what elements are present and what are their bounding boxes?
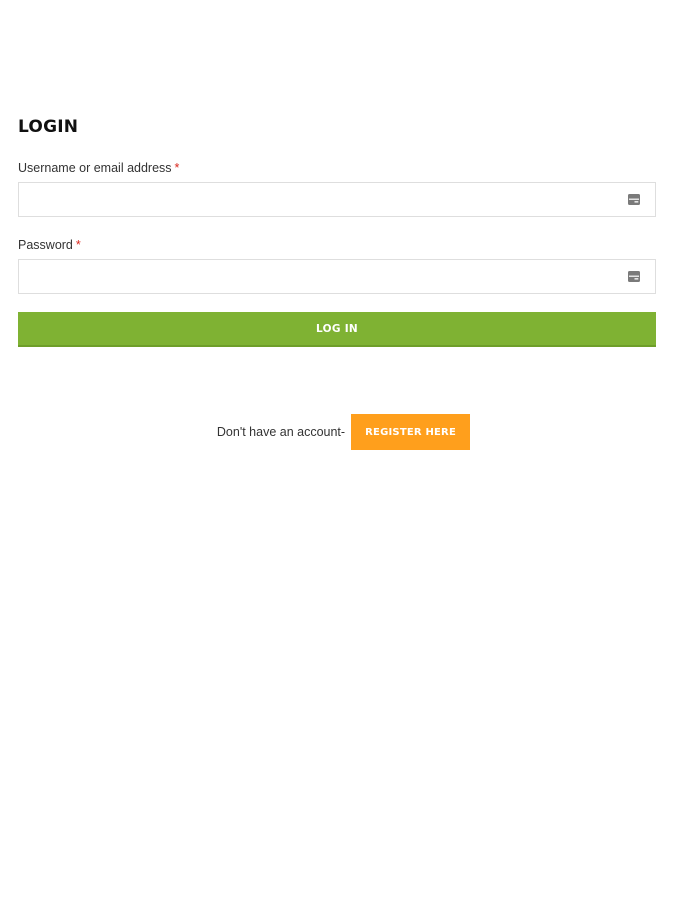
username-label: Username or email address * [18,160,656,176]
password-label: Password * [18,237,656,253]
username-field-wrapper [18,182,656,217]
page-title: LOGIN [18,117,79,137]
login-form: LOGIN Username or email address * Passwor… [18,114,656,347]
register-row: Don't have an account- REGISTER HERE [0,414,673,450]
register-prompt: Don't have an account- [216,425,346,439]
username-field[interactable] [19,183,655,216]
autofill-card-icon[interactable] [628,194,640,205]
password-field[interactable] [19,260,655,293]
register-button[interactable]: REGISTER HERE [351,414,471,450]
login-button[interactable]: LOG IN [18,312,656,347]
username-label-text: Username or email address [18,161,172,175]
password-label-text: Password [18,238,73,252]
autofill-card-icon[interactable] [628,271,640,282]
required-star: * [174,161,180,175]
password-field-wrapper [18,259,656,294]
required-star: * [75,238,81,252]
